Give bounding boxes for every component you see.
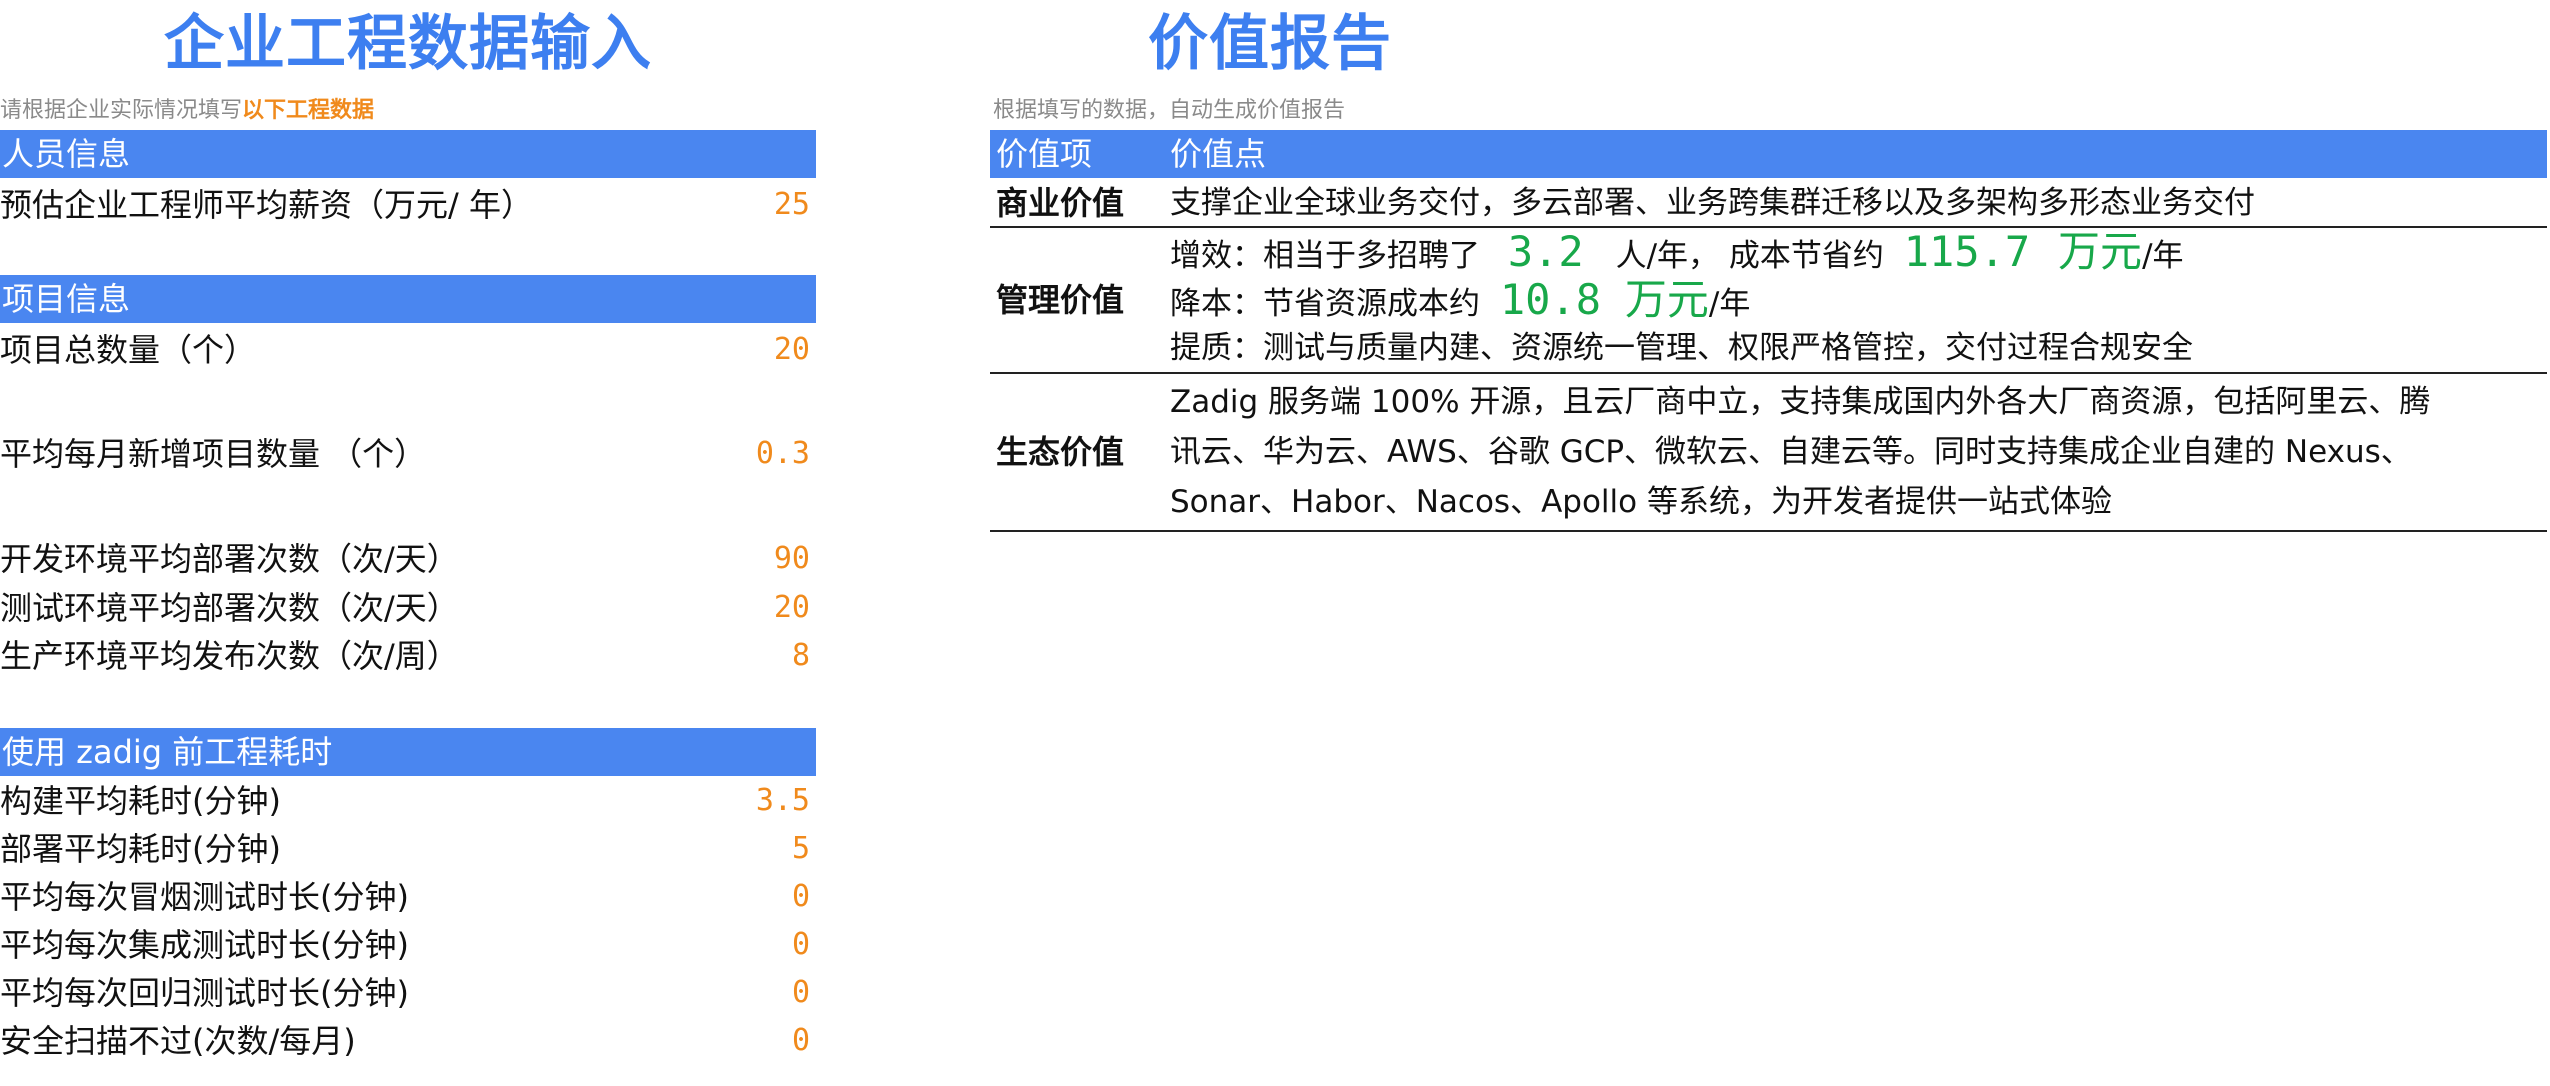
cost-prefix: 降本：节省资源成本约 [1170, 286, 1480, 322]
input-label: 平均每月新增项目数量 （个） [0, 435, 427, 473]
report-panel-subtitle: 根据填写的数据，自动生成价值报告 [993, 98, 1346, 123]
input-value[interactable]: 20 [774, 586, 810, 630]
input-row-deploy-time[interactable]: 部署平均耗时(分钟) 5 [0, 827, 810, 871]
report-row-ecosystem: 生态价值 Zadig 服务端 100% 开源，且云厂商中立，支持集成国内外各大厂… [990, 374, 2547, 532]
input-label: 生产环境平均发布次数（次/周） [0, 637, 459, 675]
per-year: /年 [1708, 286, 1751, 322]
report-panel-title: 价值报告 [1148, 9, 1392, 79]
input-label: 平均每次冒烟测试时长(分钟) [0, 878, 409, 916]
input-label: 测试环境平均部署次数（次/天） [0, 589, 459, 627]
efficiency-mid: 人/年， 成本节省约 [1615, 238, 1884, 274]
input-value[interactable]: 5 [792, 827, 810, 871]
input-value[interactable]: 8 [792, 634, 810, 678]
input-row-prod-releases[interactable]: 生产环境平均发布次数（次/周） 8 [0, 634, 810, 678]
input-label: 预估企业工程师平均薪资（万元/ 年） [0, 186, 533, 224]
input-panel-title: 企业工程数据输入 [164, 9, 652, 79]
ecosystem-line-3: Sonar、Habor、Nacos、Apollo 等系统，为开发者提供一站式体验 [1170, 484, 2112, 520]
value-item-label: 生态价值 [996, 433, 1125, 471]
input-value[interactable]: 0 [792, 1019, 810, 1063]
input-panel-subtitle: 请根据企业实际情况填写以下工程数据 [0, 92, 374, 124]
value-point-text: 支撑企业全球业务交付，多云部署、业务跨集群迁移以及多架构多形态业务交付 [1170, 185, 2255, 221]
input-value[interactable]: 25 [774, 183, 810, 227]
input-row-project-count[interactable]: 项目总数量（个） 20 [0, 328, 810, 372]
input-value[interactable]: 20 [774, 328, 810, 372]
per-year: /年 [2142, 238, 2184, 274]
efficiency-prefix: 增效：相当于多招聘了 [1170, 238, 1480, 274]
input-label: 开发环境平均部署次数（次/天） [0, 540, 459, 578]
column-header-item: 价值项 [996, 135, 1093, 173]
ecosystem-line-2: 讯云、华为云、AWS、谷歌 GCP、微软云、自建云等。同时支持集成企业自建的 N… [1170, 434, 2412, 470]
input-value[interactable]: 0 [792, 875, 810, 919]
column-header-point: 价值点 [1170, 135, 1267, 173]
input-row-salary[interactable]: 预估企业工程师平均薪资（万元/ 年） 25 [0, 183, 810, 227]
cost-unit: 万元 [1624, 275, 1709, 324]
input-value[interactable]: 90 [774, 537, 810, 581]
input-value[interactable]: 0 [792, 971, 810, 1015]
cost-value: 10.8 [1499, 275, 1602, 324]
input-label: 平均每次集成测试时长(分钟) [0, 926, 409, 964]
input-label: 安全扫描不过(次数/每月) [0, 1022, 356, 1060]
input-row-test-deploys[interactable]: 测试环境平均部署次数（次/天） 20 [0, 586, 810, 630]
input-label: 平均每次回归测试时长(分钟) [0, 974, 409, 1012]
input-row-dev-deploys[interactable]: 开发环境平均部署次数（次/天） 90 [0, 537, 810, 581]
input-row-regression-test-time[interactable]: 平均每次回归测试时长(分钟) 0 [0, 971, 810, 1015]
efficiency-line: 增效：相当于多招聘了 3.2 人/年， 成本节省约 115.7 万元/年 [1170, 228, 2184, 276]
report-row-management: 管理价值 增效：相当于多招聘了 3.2 人/年， 成本节省约 115.7 万元/… [990, 228, 2547, 374]
section-header-pre-zadig: 使用 zadig 前工程耗时 [0, 728, 816, 776]
saving-unit: 万元 [2058, 227, 2143, 276]
report-row-business: 商业价值 支撑企业全球业务交付，多云部署、业务跨集群迁移以及多架构多形态业务交付 [990, 180, 2547, 228]
section-header-project: 项目信息 [0, 275, 816, 323]
subtitle-prefix: 请根据企业实际情况填写 [0, 98, 243, 123]
subtitle-highlight: 以下工程数据 [242, 97, 375, 123]
value-item-label: 商业价值 [996, 184, 1125, 222]
cost-line: 降本：节省资源成本约 10.8 万元/年 [1170, 276, 1750, 324]
input-row-build-time[interactable]: 构建平均耗时(分钟) 3.5 [0, 779, 810, 823]
efficiency-value: 3.2 [1507, 227, 1584, 276]
input-row-smoke-test-time[interactable]: 平均每次冒烟测试时长(分钟) 0 [0, 875, 810, 919]
input-value[interactable]: 0.3 [756, 432, 810, 476]
input-value[interactable]: 0 [792, 923, 810, 967]
section-header-personnel: 人员信息 [0, 130, 816, 178]
input-label: 项目总数量（个） [0, 331, 257, 369]
report-table-header: 价值项 价值点 [990, 130, 2547, 178]
value-item-label: 管理价值 [996, 281, 1125, 319]
ecosystem-line-1: Zadig 服务端 100% 开源，且云厂商中立，支持集成国内外各大厂商资源，包… [1170, 384, 2431, 420]
quality-line: 提质：测试与质量内建、资源统一管理、权限严格管控，交付过程合规安全 [1170, 330, 2193, 366]
input-label: 构建平均耗时(分钟) [0, 782, 281, 820]
input-row-security-scan-failures[interactable]: 安全扫描不过(次数/每月) 0 [0, 1019, 810, 1063]
input-row-monthly-new-projects[interactable]: 平均每月新增项目数量 （个） 0.3 [0, 432, 810, 476]
saving-value: 115.7 [1903, 227, 2031, 276]
input-label: 部署平均耗时(分钟) [0, 830, 281, 868]
input-value[interactable]: 3.5 [756, 779, 810, 823]
input-row-integration-test-time[interactable]: 平均每次集成测试时长(分钟) 0 [0, 923, 810, 967]
